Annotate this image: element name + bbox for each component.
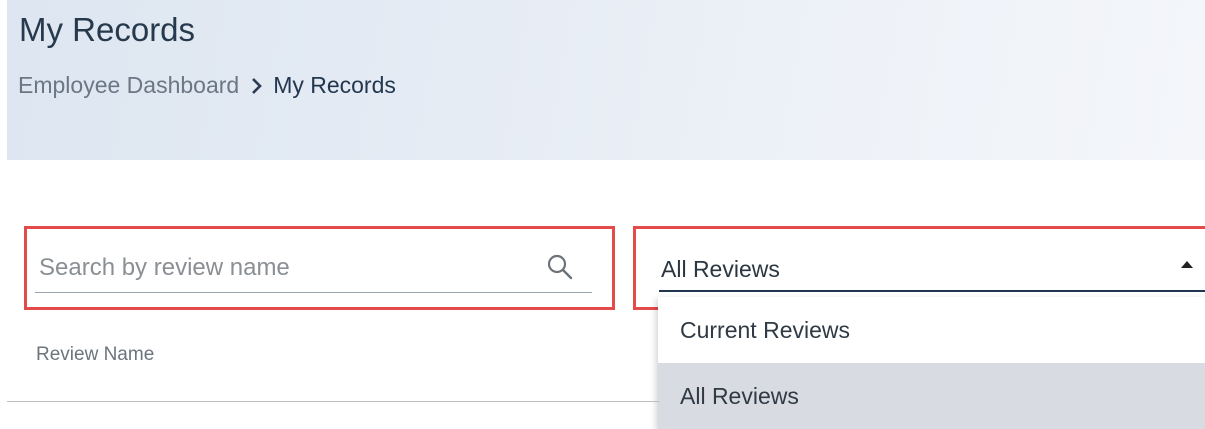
- option-current-reviews[interactable]: Current Reviews: [658, 297, 1205, 363]
- chevron-right-icon: [251, 77, 263, 95]
- search-icon[interactable]: [546, 253, 574, 281]
- page-header: My Records Employee Dashboard My Records: [7, 0, 1205, 160]
- search-field: [35, 239, 592, 293]
- option-all-reviews[interactable]: All Reviews: [658, 363, 1205, 429]
- filter-dropdown-menu: Current Reviews All Reviews: [658, 297, 1205, 429]
- breadcrumb-current: My Records: [273, 72, 396, 98]
- column-header-review-name[interactable]: Review Name: [36, 344, 154, 366]
- table-divider: [7, 401, 659, 402]
- page-title: My Records: [19, 11, 196, 48]
- page: My Records Employee Dashboard My Records…: [0, 0, 1205, 429]
- search-highlight: [24, 226, 615, 310]
- review-filter-select[interactable]: All Reviews: [659, 239, 1205, 292]
- breadcrumb: Employee Dashboard My Records: [18, 72, 396, 99]
- select-value: All Reviews: [661, 256, 780, 282]
- search-input[interactable]: [39, 251, 519, 285]
- breadcrumb-link-employee-dashboard[interactable]: Employee Dashboard: [18, 72, 239, 99]
- caret-up-icon[interactable]: [1181, 261, 1193, 268]
